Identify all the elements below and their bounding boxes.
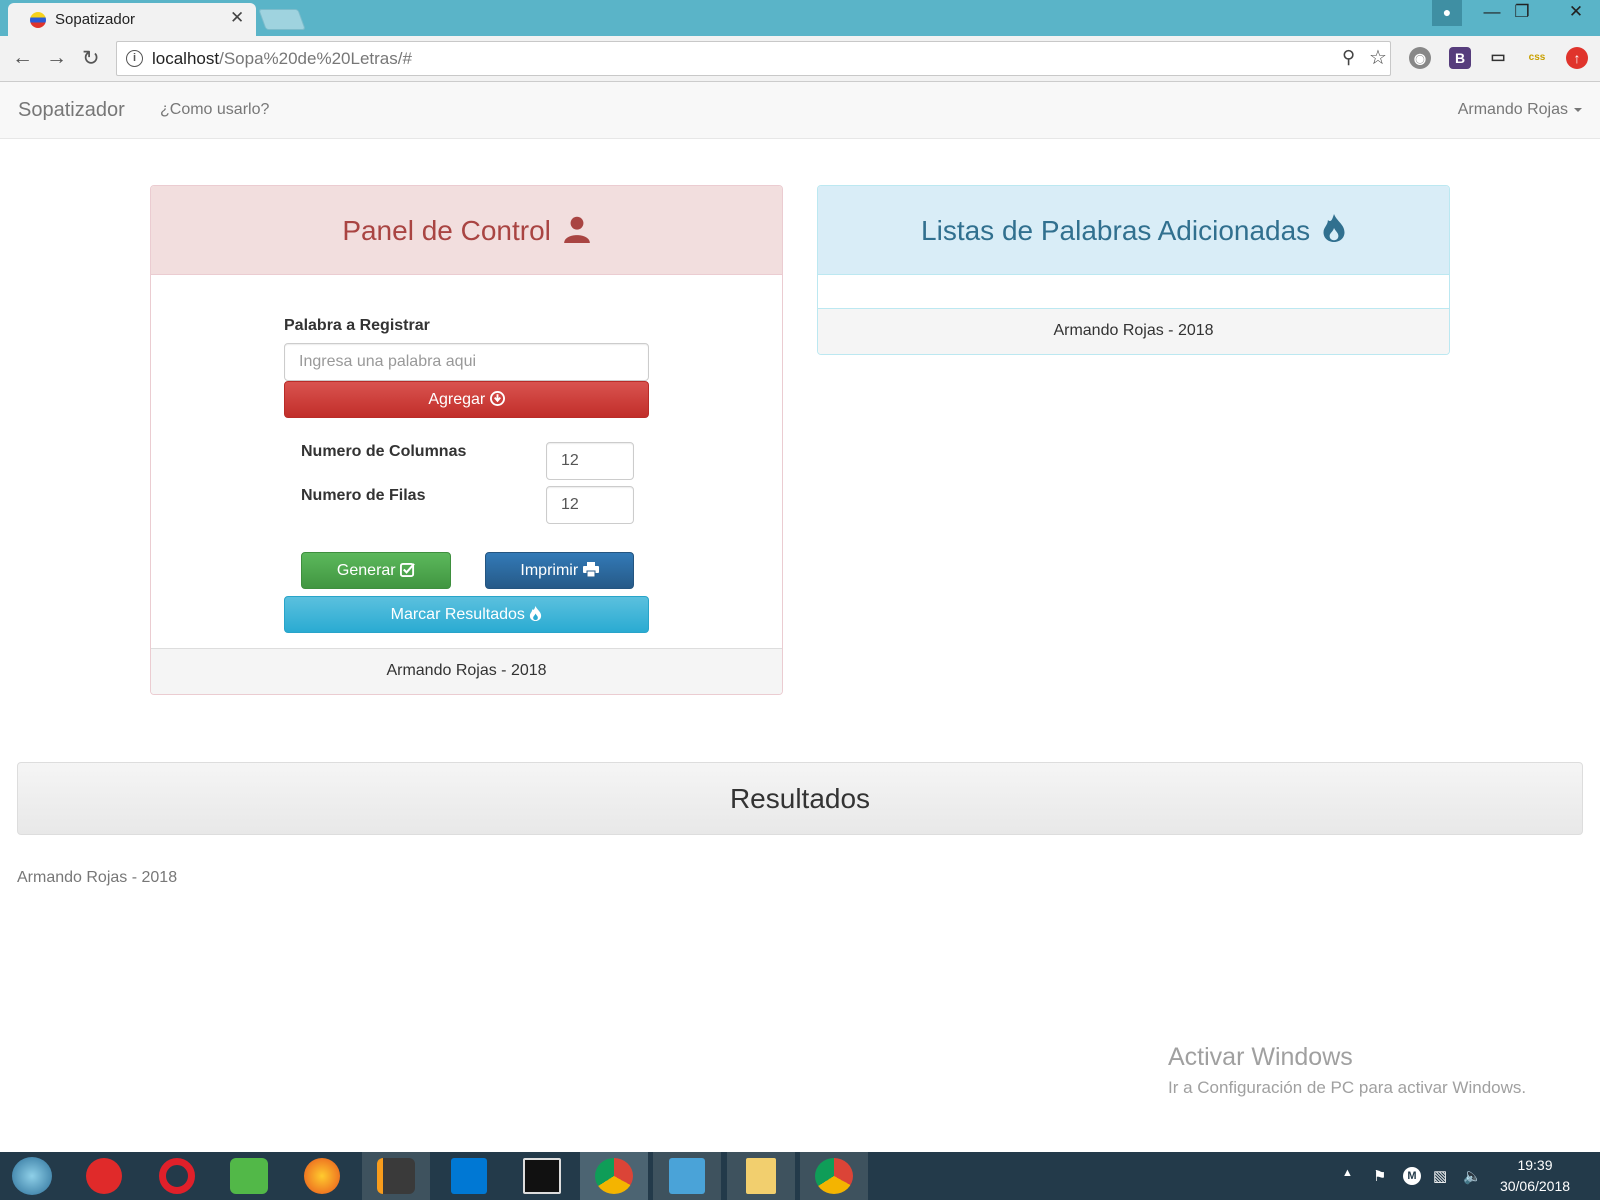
rows-input[interactable] xyxy=(546,486,634,524)
taskbar-sublime[interactable] xyxy=(362,1152,430,1200)
browser-tab[interactable]: Sopatizador ✕ xyxy=(8,3,256,36)
columns-input[interactable] xyxy=(546,442,634,480)
start-button[interactable] xyxy=(0,1152,68,1200)
activation-watermark-title: Activar Windows xyxy=(1168,1043,1353,1071)
control-panel-footer: Armando Rojas - 2018 xyxy=(151,648,782,694)
activation-watermark-text: Ir a Configuración de PC para activar Wi… xyxy=(1168,1078,1527,1097)
caret-down-icon xyxy=(1574,107,1582,112)
show-hidden-icons-icon[interactable]: ▲ xyxy=(1342,1167,1353,1179)
network-icon[interactable]: ▧ xyxy=(1433,1167,1447,1185)
terminal-icon xyxy=(523,1158,561,1194)
control-panel: Panel de Control Palabra a Registrar Agr… xyxy=(150,185,783,695)
folder-icon xyxy=(746,1158,776,1194)
reload-icon[interactable]: ↻ xyxy=(82,46,100,71)
mark-results-button-label: Marcar Resultados xyxy=(390,606,525,623)
video-player-icon xyxy=(669,1158,705,1194)
venezuela-flag-icon xyxy=(30,12,46,28)
brand-link[interactable]: Sopatizador xyxy=(18,99,125,122)
site-info-icon[interactable]: i xyxy=(126,50,143,67)
word-list-panel: Listas de Palabras Adicionadas Armando R… xyxy=(817,185,1450,355)
check-square-icon xyxy=(400,562,415,577)
taskbar-wifi[interactable] xyxy=(215,1152,283,1200)
browser-titlebar: Sopatizador ✕ ● — ❐ ✕ xyxy=(0,0,1600,36)
windows-start-icon xyxy=(12,1157,52,1195)
url-text: localhost/Sopa%20de%20Letras/# xyxy=(152,49,412,68)
page-footer: Armando Rojas - 2018 xyxy=(17,869,178,886)
extension-update-icon[interactable]: ↑ xyxy=(1566,47,1588,69)
word-input[interactable] xyxy=(284,343,649,381)
add-button-label: Agregar xyxy=(428,391,486,408)
extension-film-icon[interactable]: ◉ xyxy=(1409,47,1431,69)
word-list-panel-footer: Armando Rojas - 2018 xyxy=(818,308,1449,354)
firefox-icon xyxy=(304,1158,340,1194)
new-tab-button[interactable] xyxy=(258,9,306,30)
action-center-flag-icon[interactable]: ⚑ xyxy=(1373,1167,1386,1185)
user-icon xyxy=(563,216,590,243)
chrome-icon xyxy=(815,1158,853,1194)
page-navbar: Sopatizador ¿Como usarlo? Armando Rojas xyxy=(0,82,1600,139)
download-circle-icon xyxy=(489,391,505,406)
clock-time: 19:39 xyxy=(1517,1157,1553,1173)
wifi-icon xyxy=(230,1158,268,1194)
print-button-label: Imprimir xyxy=(520,562,579,579)
window-close-icon[interactable]: ✕ xyxy=(1553,0,1599,26)
taskbar-file-explorer[interactable] xyxy=(727,1152,795,1200)
mark-results-button[interactable]: Marcar Resultados xyxy=(284,596,649,633)
zoom-icon[interactable]: ⚲ xyxy=(1342,47,1355,68)
results-header: Resultados xyxy=(17,762,1583,835)
forward-icon[interactable]: → xyxy=(46,46,67,70)
browser-toolbar: ← → ↻ i localhost/Sopa%20de%20Letras/# ⚲… xyxy=(0,36,1600,82)
print-icon xyxy=(582,562,599,578)
control-panel-title: Panel de Control xyxy=(342,215,551,246)
extension-css-icon[interactable]: css xyxy=(1526,47,1548,69)
taskbar-terminal[interactable] xyxy=(508,1152,576,1200)
sublime-text-icon xyxy=(377,1158,415,1194)
taskbar-chrome[interactable] xyxy=(580,1152,648,1200)
rows-label: Numero de Filas xyxy=(301,487,426,504)
taskbar-video-player[interactable] xyxy=(653,1152,721,1200)
tab-title: Sopatizador xyxy=(55,11,136,28)
help-link[interactable]: ¿Como usarlo? xyxy=(160,101,269,119)
taskbar-vscode[interactable] xyxy=(435,1152,503,1200)
word-list-panel-title: Listas de Palabras Adicionadas xyxy=(921,215,1311,246)
user-name: Armando Rojas xyxy=(1457,101,1568,118)
extension-bootstrap-icon[interactable]: B xyxy=(1449,47,1471,69)
vscode-icon xyxy=(451,1158,487,1194)
generate-button-label: Generar xyxy=(336,562,396,579)
chrome-icon xyxy=(595,1158,633,1194)
word-list-panel-header: Listas de Palabras Adicionadas xyxy=(818,186,1449,275)
mega-icon[interactable]: M xyxy=(1403,1167,1421,1185)
back-icon[interactable]: ← xyxy=(12,46,33,70)
tab-close-icon[interactable]: ✕ xyxy=(230,8,244,28)
fire-icon xyxy=(530,606,542,621)
control-panel-header: Panel de Control xyxy=(151,186,782,275)
columns-label: Numero de Columnas xyxy=(301,443,467,460)
fire-icon xyxy=(1323,214,1345,242)
extension-cast-icon[interactable]: ▭ xyxy=(1487,47,1509,69)
taskbar: ▲ ⚑ M ▧ 🔈 19:39 30/06/2018 xyxy=(0,1152,1600,1200)
maximize-icon[interactable]: ❐ xyxy=(1502,0,1542,26)
generate-button[interactable]: Generar xyxy=(301,552,451,589)
bookmark-star-icon[interactable]: ☆ xyxy=(1369,45,1387,70)
clock-date: 30/06/2018 xyxy=(1499,1178,1571,1194)
taskbar-opera[interactable] xyxy=(143,1152,211,1200)
taskbar-firefox[interactable] xyxy=(288,1152,356,1200)
taskbar-chrome-2[interactable] xyxy=(800,1152,868,1200)
add-button[interactable]: Agregar xyxy=(284,381,649,418)
opera-icon xyxy=(159,1158,195,1194)
profile-icon[interactable]: ● xyxy=(1432,0,1462,26)
volume-icon[interactable]: 🔈 xyxy=(1463,1167,1482,1185)
taskbar-clock[interactable]: 19:39 30/06/2018 xyxy=(1480,1155,1590,1197)
word-label: Palabra a Registrar xyxy=(284,317,430,334)
media-player-icon xyxy=(86,1158,122,1194)
print-button[interactable]: Imprimir xyxy=(485,552,634,589)
word-list-body xyxy=(818,275,1449,308)
user-dropdown[interactable]: Armando Rojas xyxy=(1458,101,1582,119)
address-bar[interactable]: i localhost/Sopa%20de%20Letras/# ⚲ ☆ xyxy=(116,41,1391,76)
taskbar-media-player[interactable] xyxy=(70,1152,138,1200)
